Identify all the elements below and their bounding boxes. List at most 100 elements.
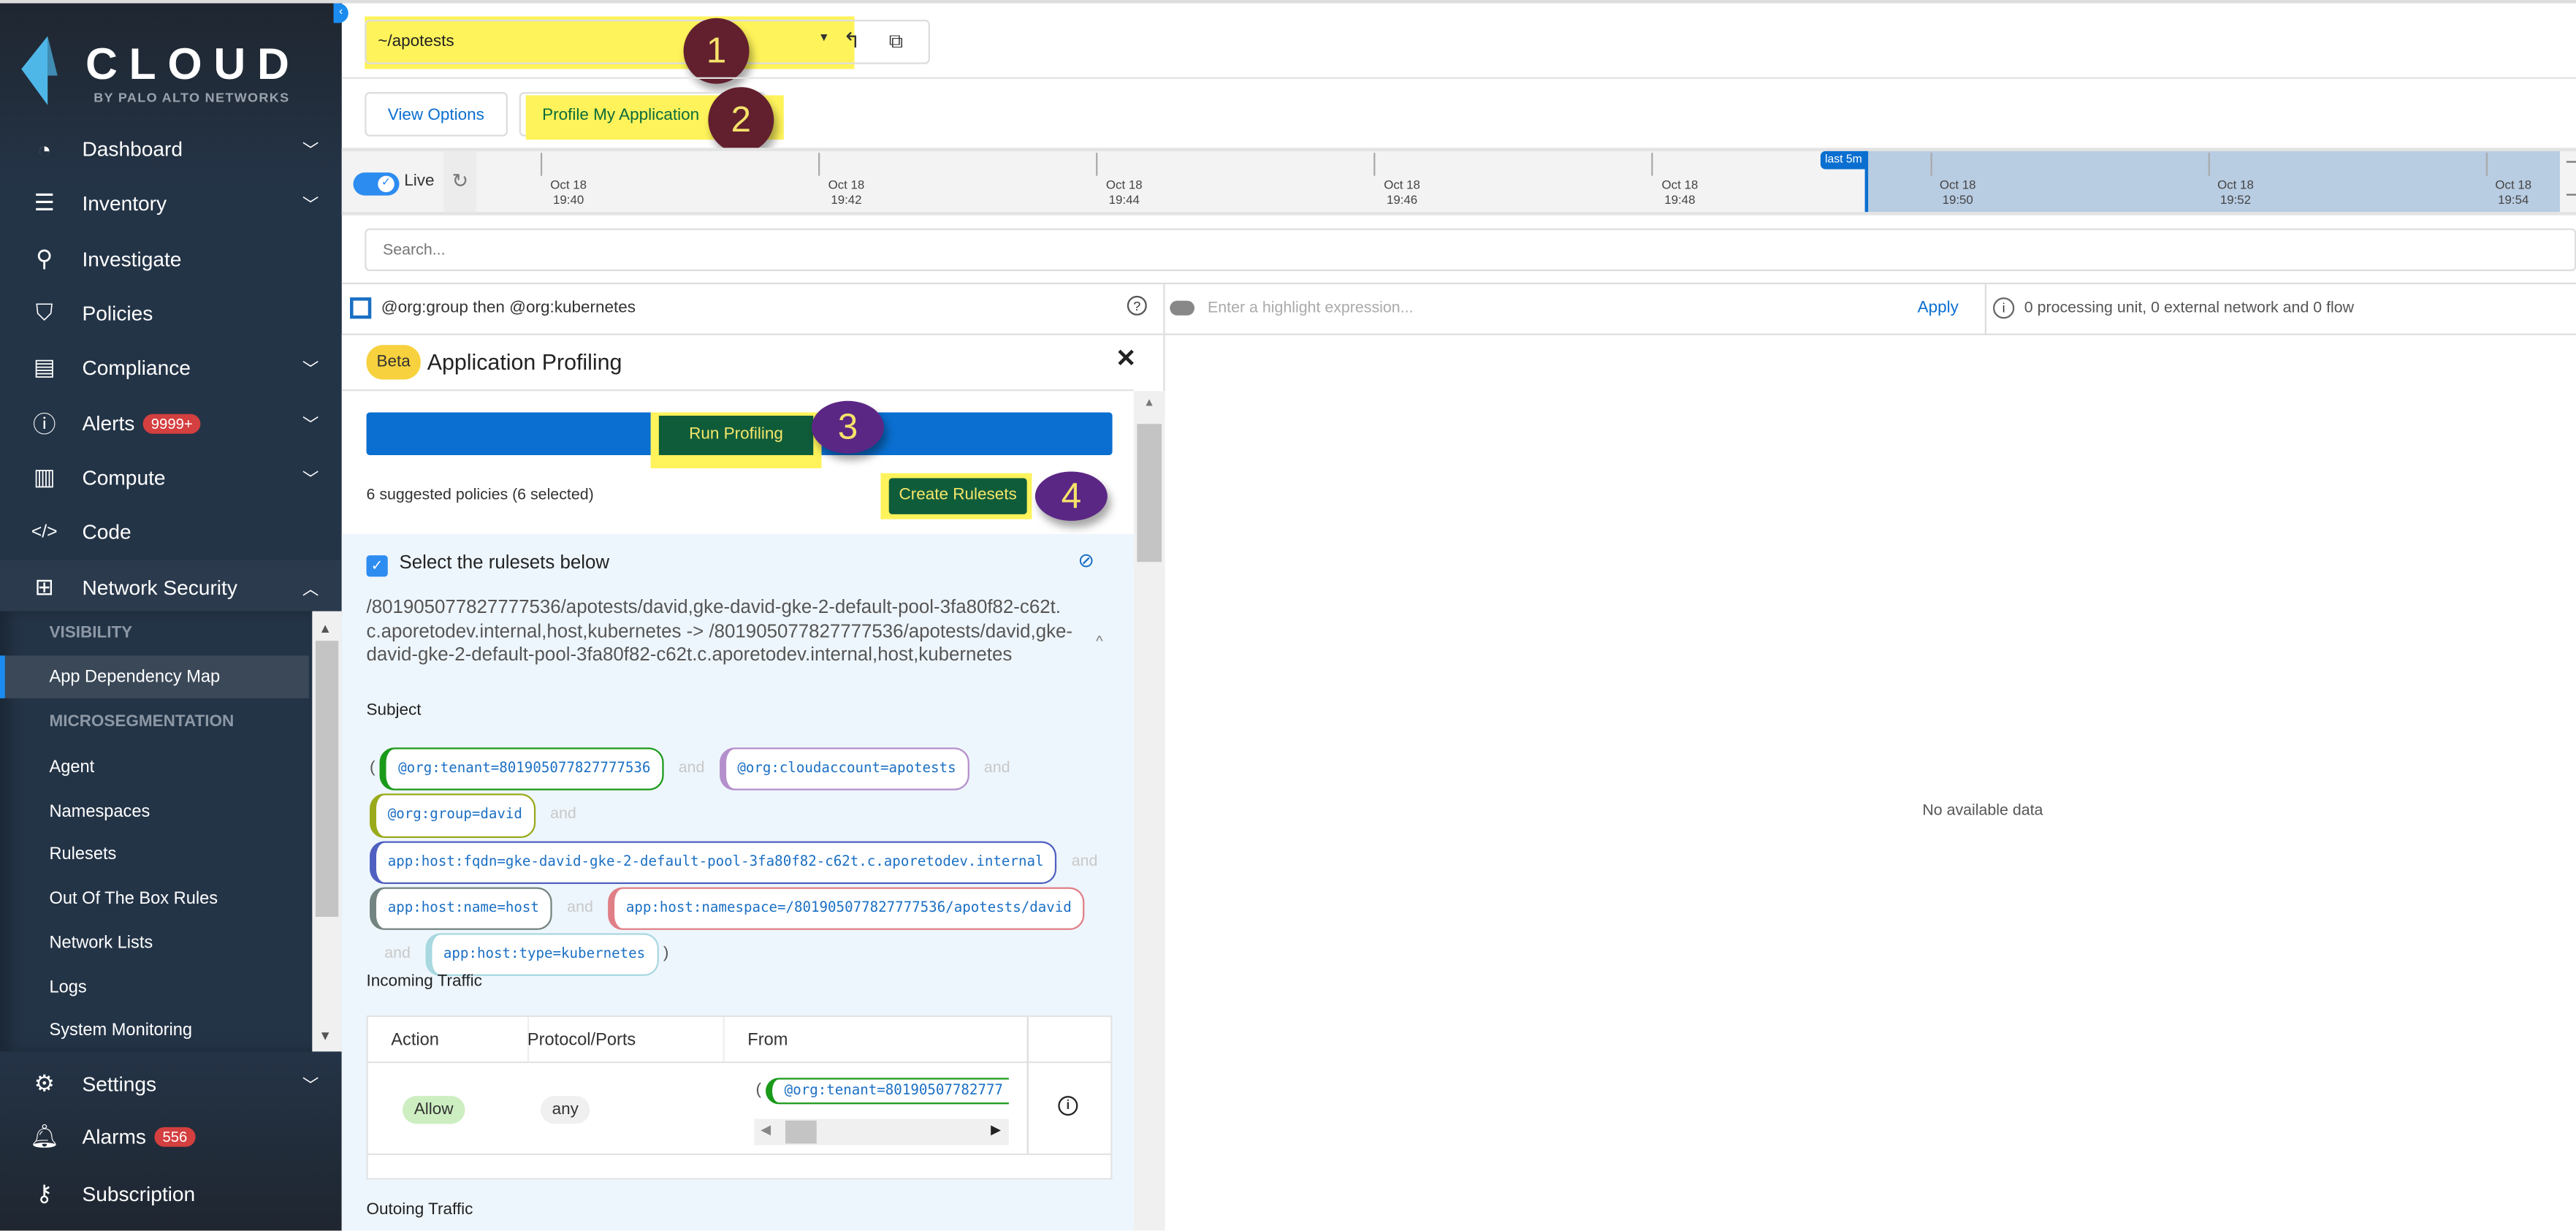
sidebar-item-compute[interactable]: ▥ Compute ﹀ [0, 450, 342, 504]
scroll-thumb[interactable] [315, 641, 339, 917]
panel-scroll-thumb[interactable] [1137, 424, 1162, 563]
from-cell: ( @org:tenant=80190507782777 [756, 1076, 1009, 1112]
step-badge-4: 4 [1034, 471, 1108, 521]
submenu-item[interactable]: Network Lists [0, 921, 309, 964]
dropdown-caret-icon[interactable]: ▼ [818, 33, 830, 45]
zoom-out-mark[interactable] [2566, 194, 2576, 196]
subject-tag[interactable]: app:host:fqdn=gke-david-gke-2-default-po… [370, 840, 1057, 884]
highlight-toggle[interactable] [1170, 300, 1195, 316]
subject-tag[interactable]: app:host:namespace=/801905077827777536/a… [608, 887, 1085, 931]
row-info-icon[interactable]: i [1058, 1096, 1078, 1116]
check-icon: ✓ [378, 175, 395, 193]
submenu-item[interactable]: App Dependency Map [0, 655, 309, 698]
zoom-in-mark[interactable] [2566, 161, 2576, 163]
and-operator: and [1071, 852, 1098, 871]
run-profiling-label[interactable]: Run Profiling [658, 415, 814, 455]
beta-badge: Beta [366, 345, 421, 380]
search-input[interactable] [365, 228, 2576, 272]
submenu-item[interactable]: Rulesets [0, 834, 309, 876]
keys-icon: ⚷ [36, 1179, 53, 1206]
highlight-expression-input[interactable]: Enter a highlight expression... [1208, 299, 1413, 317]
namespace-value: ~/apotests [378, 32, 454, 51]
subject-tag[interactable]: @org:tenant=801905077827777536 [380, 747, 664, 791]
submenu-item[interactable]: Out Of The Box Rules [0, 877, 309, 920]
tick-time: 19:52 [2219, 192, 2252, 207]
h-scroll-thumb[interactable] [785, 1120, 817, 1144]
submenu-item[interactable]: System Monitoring [0, 1009, 309, 1051]
open-paren: ( [755, 1081, 762, 1099]
timeline-tick-label: Oct 18 19:52 [2203, 178, 2268, 207]
scroll-left-icon[interactable]: ◀ [761, 1122, 771, 1137]
timeline-tick [1929, 153, 1932, 176]
submenu-scrollbar[interactable]: ▲ ▼ [312, 611, 342, 1052]
submenu-section-header: VISIBILITY [49, 623, 133, 642]
profile-label[interactable]: Profile My Application [542, 107, 699, 125]
sidebar-item-settings[interactable]: ⚙ Settings ﹀ [0, 1056, 342, 1110]
tick-date: Oct 18 [550, 177, 587, 193]
namespace-selector[interactable]: ~/apotests ▼ ↰ ⧉ [365, 19, 930, 64]
sidebar-item-alerts[interactable]: ⓘ Alerts 9999+ ﹀ [0, 396, 342, 450]
from-horizontal-scrollbar[interactable]: ◀ ▶ [754, 1118, 1009, 1146]
tick-date: Oct 18 [1384, 177, 1420, 193]
eye-off-icon[interactable]: ⊘ [1078, 549, 1094, 571]
help-icon[interactable]: ? [1127, 295, 1147, 316]
chevron-down-icon: ﹀ [302, 1078, 319, 1097]
timeline-tick-label: Oct 18 19:44 [1091, 178, 1157, 207]
close-icon[interactable]: ✕ [1116, 343, 1136, 373]
sidebar-item-alarms[interactable]: 🔔︎ Alarms 556 [0, 1109, 342, 1163]
and-operator: and [384, 945, 411, 964]
view-options-button[interactable]: View Options [365, 91, 508, 137]
create-rulesets-button[interactable]: Create Rulesets [888, 478, 1027, 514]
chevron-down-icon: ﹀ [302, 142, 319, 161]
grouping-text[interactable]: @org:group then @org:kubernetes [381, 299, 636, 317]
column-header-action[interactable]: Action [391, 1030, 439, 1050]
sidebar-item-inventory[interactable]: ☰ Inventory ﹀ [0, 176, 342, 230]
step-badge-3: 3 [812, 400, 884, 454]
sidebar-item-subscription[interactable]: ⚷ Subscription [0, 1167, 342, 1221]
refresh-button[interactable]: ↻ [443, 150, 477, 213]
column-header-from[interactable]: From [747, 1030, 788, 1050]
tick-time: 19:46 [1386, 192, 1418, 207]
back-arrow-icon[interactable]: ↰ [843, 28, 861, 54]
divider [341, 77, 2576, 79]
and-operator: and [678, 759, 705, 777]
timeline-tick [818, 153, 820, 176]
scroll-up-icon[interactable]: ▲ [319, 621, 332, 636]
submenu-item[interactable]: Agent [0, 746, 309, 788]
submenu-item[interactable]: Logs [0, 965, 309, 1007]
sidebar-item-code[interactable]: </> Code [0, 504, 342, 558]
collapse-chevron-icon[interactable]: ^ [1096, 633, 1103, 649]
submenu-item[interactable]: Namespaces [0, 790, 309, 832]
alarms-count-badge: 556 [154, 1126, 196, 1146]
subject-tag[interactable]: @org:cloudaccount=apotests [719, 747, 969, 791]
subject-tag[interactable]: app:host:type=kubernetes [425, 933, 659, 977]
column-header-protocol-ports[interactable]: Protocol/Ports [527, 1030, 636, 1050]
panel-scrollbar[interactable]: ▲ [1133, 391, 1165, 1231]
outgoing-traffic-label: Outoing Traffic [366, 1201, 473, 1219]
select-all-checkbox[interactable]: ✓ [366, 555, 388, 577]
collapse-sidebar-button[interactable]: ‹ [333, 3, 348, 23]
timeline-tick-label: Oct 18 19:48 [1647, 178, 1712, 207]
sidebar-item-dashboard[interactable]: ◔ Dashboard ﹀ [0, 121, 342, 175]
close-paren: ) [663, 945, 669, 964]
sidebar-item-investigate[interactable]: ⚲ Investigate [0, 232, 342, 286]
divider [341, 389, 1134, 392]
subject-tag[interactable]: @org:group=david [370, 793, 536, 838]
live-toggle[interactable]: ✓ [353, 172, 400, 196]
copy-icon[interactable]: ⧉ [889, 29, 903, 54]
sidebar-item-network-security[interactable]: ⊞ Network Security ︿ [0, 560, 342, 615]
subject-tag[interactable]: app:host:name=host [370, 887, 552, 931]
sidebar-item-policies[interactable]: ⛉ Policies [0, 286, 342, 340]
scroll-down-icon[interactable]: ▼ [319, 1029, 332, 1043]
ruleset-name: /801905077827777536/apotests/david,gke-d… [366, 598, 1073, 666]
apply-button[interactable]: Apply [1918, 299, 1959, 317]
sidebar-item-compliance[interactable]: ▤ Compliance ﹀ [0, 340, 342, 395]
sidebar-item-label: Inventory [82, 191, 167, 215]
timeline-tick [1652, 153, 1654, 176]
scroll-up-icon[interactable]: ▲ [1143, 397, 1155, 409]
grouping-icon[interactable] [350, 297, 372, 319]
alerts-count-badge: 9999+ [142, 413, 201, 433]
and-operator: and [550, 805, 576, 824]
scroll-right-icon[interactable]: ▶ [991, 1122, 1001, 1137]
sidebar-item-label: Investigate [82, 247, 182, 270]
